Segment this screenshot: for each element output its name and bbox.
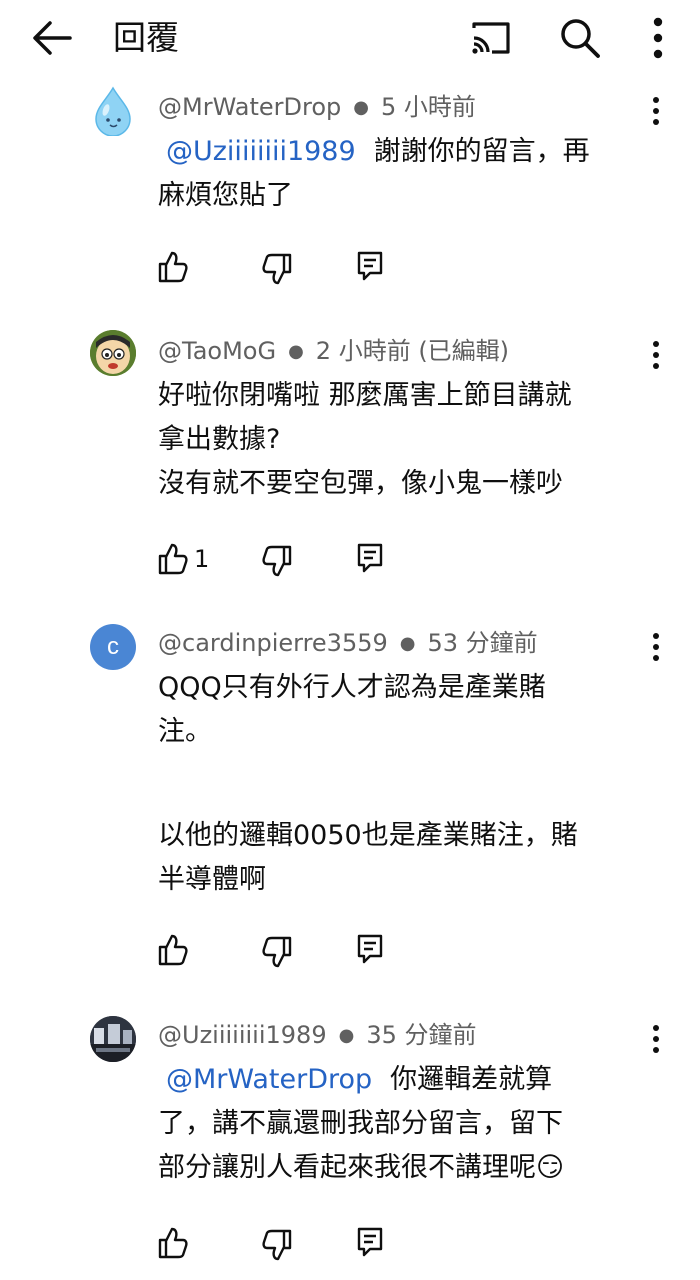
reply-icon[interactable] (356, 1226, 384, 1258)
comment-line: @Uziiiiiiii1989 謝謝你的留言，再 (158, 130, 648, 174)
comment-author[interactable]: @Uziiiiiiii1989 (158, 1021, 327, 1049)
comment-meta: @MrWaterDrop ● 5 小時前 (158, 90, 476, 125)
comment-meta: @Uziiiiiiii1989 ● 35 分鐘前 (158, 1018, 476, 1053)
comment-line: 了，講不贏還刪我部分留言，留下 (158, 1108, 563, 1139)
mention-link[interactable]: @Uziiiiiiii1989 (166, 136, 356, 167)
comment-line: 麻煩您貼了 (158, 180, 293, 211)
meta-separator: ● (399, 633, 416, 654)
comment-actions (158, 1226, 398, 1266)
meta-separator: ● (338, 1025, 355, 1046)
reply-icon[interactable] (356, 250, 384, 282)
comment-more-icon[interactable] (642, 336, 670, 376)
photo-avatar[interactable] (90, 1016, 136, 1062)
thumbs-down-icon[interactable] (262, 252, 292, 286)
comment-more-icon[interactable] (642, 1020, 670, 1060)
comment-actions (158, 933, 398, 973)
comment-more-icon[interactable] (642, 92, 670, 132)
comment-line: @MrWaterDrop 你邏輯差就算 (158, 1058, 648, 1102)
thumbs-down-icon[interactable] (262, 935, 292, 969)
reply-icon[interactable] (356, 933, 384, 965)
comment-line (158, 754, 648, 814)
comment-line: 部分讓別人看起來我很不講理呢😏 (158, 1152, 565, 1183)
back-arrow-icon[interactable] (30, 18, 74, 58)
comment-body: @MrWaterDrop 你邏輯差就算 了，講不贏還刪我部分留言，留下 部分讓別人… (158, 1058, 648, 1190)
comment-line: 半導體啊 (158, 864, 266, 895)
comment-line: 好啦你閉嘴啦 那麼厲害上節目講就 (158, 380, 572, 411)
comment-time: 53 分鐘前 (427, 629, 538, 657)
reply-icon[interactable] (356, 542, 384, 574)
comment-actions: 1 (158, 542, 398, 582)
cartoon-face-avatar[interactable] (90, 330, 136, 376)
comment-line: QQQ只有外行人才認為是產業賭 (158, 672, 546, 703)
comment-line: 以他的邏輯0050也是產業賭注，賭 (158, 820, 578, 851)
search-icon[interactable] (556, 14, 604, 62)
comment-body: @Uziiiiiiii1989 謝謝你的留言，再 麻煩您貼了 (158, 130, 648, 218)
comment-more-icon[interactable] (642, 628, 670, 668)
page-title: 回覆 (113, 18, 179, 57)
avatar-letter: c (107, 633, 119, 660)
meta-separator: ● (353, 97, 369, 118)
comment-author[interactable]: @cardinpierre3559 (158, 629, 388, 657)
comment-author[interactable]: @TaoMoG (158, 337, 276, 365)
letter-avatar[interactable]: c (90, 624, 136, 670)
comment-line: 拿出數據? (158, 424, 281, 455)
comment-meta: @TaoMoG ● 2 小時前 (已編輯) (158, 334, 509, 369)
comment-time: 35 分鐘前 (366, 1021, 477, 1049)
water-drop-avatar[interactable] (90, 86, 136, 136)
app-bar: 回覆 (0, 0, 700, 78)
thumbs-up-icon[interactable] (158, 1226, 188, 1260)
comment-meta: @cardinpierre3559 ● 53 分鐘前 (158, 626, 538, 661)
comment-time: 5 小時前 (380, 93, 476, 121)
thumbs-up-icon[interactable] (158, 542, 188, 576)
comment-time: 2 小時前 (已編輯) (315, 337, 510, 365)
mention-link[interactable]: @MrWaterDrop (166, 1064, 372, 1095)
comment-body: 好啦你閉嘴啦 那麼厲害上節目講就 拿出數據? 沒有就不要空包彈，像小鬼一樣吵 (158, 374, 648, 506)
comment-actions (158, 250, 398, 290)
comment-body: QQQ只有外行人才認為是產業賭 注。 以他的邏輯0050也是產業賭注，賭 半導體… (158, 666, 648, 902)
like-count: 1 (194, 545, 210, 573)
thumbs-down-icon[interactable] (262, 1228, 292, 1262)
cast-icon[interactable] (466, 18, 514, 58)
comment-line: 注。 (158, 716, 212, 747)
meta-separator: ● (288, 341, 304, 362)
more-vert-icon[interactable] (644, 14, 672, 62)
thumbs-up-icon[interactable] (158, 933, 188, 967)
thumbs-down-icon[interactable] (262, 544, 292, 578)
comment-author[interactable]: @MrWaterDrop (158, 93, 341, 121)
thumbs-up-icon[interactable] (158, 250, 188, 284)
comment-text: 謝謝你的留言，再 (373, 136, 590, 167)
comment-line: 沒有就不要空包彈，像小鬼一樣吵 (158, 468, 563, 499)
comment-text: 你邏輯差就算 (390, 1064, 553, 1095)
